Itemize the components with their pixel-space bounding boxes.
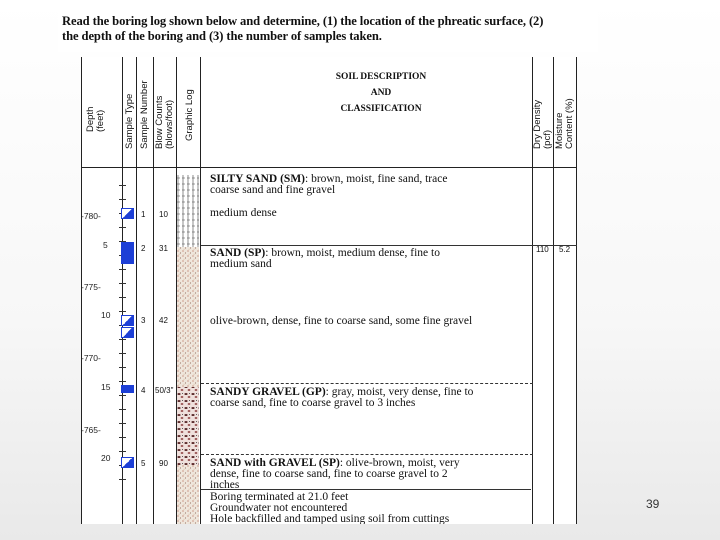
moisture-header: Moisture Content (%) — [554, 98, 575, 149]
blow-count: 90 — [159, 459, 168, 468]
description-medium-dense: medium dense — [210, 207, 277, 219]
sample-number: 2 — [141, 244, 146, 253]
question-line-1: Read the boring log shown below and dete… — [62, 14, 544, 28]
dry-density-value: 110 — [536, 245, 549, 254]
graphic-log-pattern — [177, 175, 199, 524]
graphic-log-header: Graphic Log — [184, 89, 195, 141]
elevation-label: -765- — [81, 425, 101, 435]
column-divider — [136, 57, 137, 524]
depth-label: 15 — [101, 382, 111, 392]
sample-marker — [121, 457, 134, 468]
sample-marker — [121, 242, 134, 264]
elevation-label: -775- — [81, 282, 101, 292]
depth-label: 20 — [101, 453, 111, 463]
layer-boundary — [201, 245, 577, 246]
sample-marker — [121, 327, 134, 338]
soil-description-header: SOIL DESCRIPTION AND CLASSIFICATION — [335, 72, 427, 114]
dry-density-header: Dry Density (pcf) — [532, 99, 553, 149]
depth-label: 5 — [103, 240, 108, 250]
elevation-label: -780- — [81, 211, 101, 221]
blow-count: 50/3" — [155, 386, 174, 395]
description-olive-brown: olive-brown, dense, fine to coarse sand,… — [210, 315, 473, 327]
page-number: 39 — [646, 497, 660, 511]
sample-number: 1 — [141, 210, 146, 219]
sample-marker — [121, 385, 134, 393]
description-silty-sand: SILTY SAND (SM): brown, moist, fine sand… — [210, 173, 448, 196]
depth-label: 10 — [101, 310, 111, 320]
description-sand-with-gravel: SAND with GRAVEL (SP): olive-brown, mois… — [210, 457, 460, 491]
boring-notes: Boring terminated at 21.0 feet Groundwat… — [210, 491, 450, 524]
column-divider — [576, 57, 577, 524]
boring-log: Depth (feet) Sample Type Sample Number B… — [81, 57, 577, 524]
description-sand-sp: SAND (SP): brown, moist, medium dense, f… — [210, 247, 440, 270]
blow-count: 42 — [159, 316, 168, 325]
blow-count: 31 — [159, 244, 168, 253]
layer-boundary-dashed — [201, 454, 533, 455]
elevation-label: -770- — [81, 353, 101, 363]
question-line-2: the depth of the boring and (3) the numb… — [62, 29, 382, 43]
depth-header: Depth (feet) — [85, 106, 106, 132]
description-sandy-gravel: SANDY GRAVEL (GP): gray, moist, very den… — [210, 386, 474, 409]
sample-number-header: Sample Number — [139, 80, 150, 149]
sample-type-header: Sample Type — [124, 93, 135, 149]
blow-counts-header: Blow Counts (blows/foot) — [154, 95, 175, 149]
question-text: Read the boring log shown below and dete… — [58, 10, 598, 52]
header-separator — [81, 167, 577, 168]
sample-number: 4 — [141, 386, 146, 395]
column-divider — [122, 57, 123, 524]
moisture-value: 5.2 — [559, 245, 571, 254]
blow-count: 10 — [159, 210, 168, 219]
sample-marker — [121, 315, 134, 326]
sample-number: 3 — [141, 316, 146, 325]
layer-boundary-dashed — [201, 383, 533, 384]
sample-number: 5 — [141, 459, 146, 468]
sample-marker — [121, 208, 134, 219]
